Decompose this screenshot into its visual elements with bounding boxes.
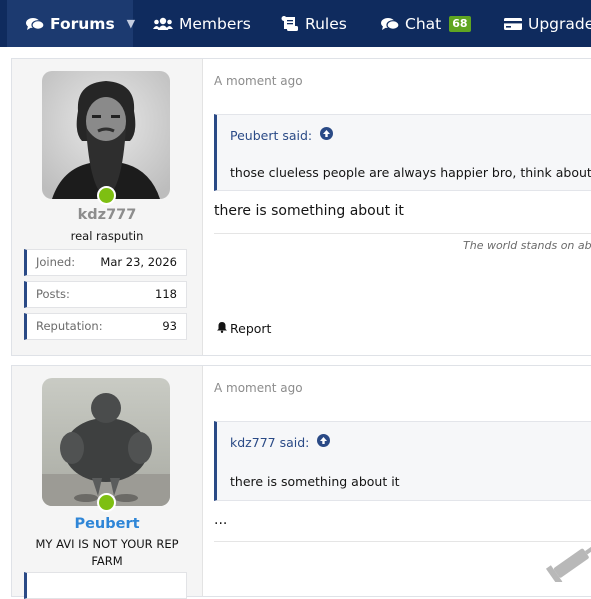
syringe-icon [543, 542, 591, 586]
online-status-indicator [97, 493, 116, 512]
post-date[interactable]: A moment ago [214, 74, 303, 88]
quote-author: kdz777 said: [230, 434, 310, 450]
credit-card-icon [504, 17, 522, 31]
comments-icon [26, 17, 44, 31]
nav-forums[interactable]: Forums ▼ [7, 0, 135, 47]
arrow-up-circle-icon[interactable] [320, 127, 334, 143]
report-link[interactable]: Report [216, 321, 271, 336]
stat-value: 118 [155, 287, 177, 301]
post-user-panel: Peubert MY AVI IS NOT YOUR REP FARM [12, 366, 203, 599]
post-message: there is something about it [214, 203, 404, 219]
user-title: real rasputin [70, 229, 144, 243]
nav-label: Chat [405, 14, 442, 33]
post-content: A moment ago Peubert said: those clueles… [203, 59, 591, 355]
post-date[interactable]: A moment ago [214, 381, 303, 395]
nav-members[interactable]: Members [153, 0, 251, 47]
chevron-down-icon[interactable]: ▼ [127, 2, 135, 46]
stat-label: Posts: [36, 287, 70, 301]
post: kdz777 real rasputin Joined: Mar 23, 202… [11, 58, 591, 356]
post-content: A moment ago kdz777 said: there is somet… [203, 366, 591, 596]
avatar[interactable] [42, 71, 170, 205]
nav-label: Upgrade [528, 14, 591, 33]
stat-joined [24, 572, 187, 599]
report-label: Report [230, 321, 272, 336]
stat-label: Reputation: [36, 319, 103, 333]
nav-chat[interactable]: Chat 68 [381, 0, 471, 47]
post: Peubert MY AVI IS NOT YOUR REP FARM A mo… [11, 365, 591, 599]
stat-reputation: Reputation: 93 [24, 313, 187, 340]
chat-icon [381, 17, 399, 31]
chat-count-badge: 68 [449, 15, 471, 32]
online-status-indicator [97, 186, 116, 205]
nav-rules[interactable]: Rules [281, 0, 347, 47]
signature-divider [214, 541, 591, 542]
users-icon [153, 17, 173, 31]
bell-icon [216, 321, 228, 336]
nav-label: Rules [305, 14, 347, 33]
avatar[interactable] [42, 378, 170, 512]
quote-block: Peubert said: those clueless people are … [214, 114, 591, 191]
scroll-icon [281, 15, 299, 32]
avatar-image [42, 71, 170, 199]
post-message: ... [214, 512, 228, 528]
quote-text: those clueless people are always happier… [230, 165, 591, 180]
nav-label: Members [179, 14, 251, 33]
avatar-image [42, 378, 170, 506]
username[interactable]: kdz777 [12, 207, 202, 223]
quote-author: Peubert said: [230, 127, 313, 143]
arrow-up-circle-icon[interactable] [317, 434, 331, 450]
stat-label: Joined: [36, 255, 76, 269]
signature-divider [214, 233, 591, 234]
quote-text: there is something about it [230, 474, 400, 489]
quote-header[interactable]: kdz777 said: [230, 434, 331, 450]
stat-value: 93 [162, 319, 177, 333]
user-signature: The world stands on absu [463, 239, 591, 252]
nav-label: Forums [50, 14, 115, 33]
stat-posts: Posts: 118 [24, 281, 187, 308]
stat-value: Mar 23, 2026 [100, 255, 177, 269]
nav-upgrade[interactable]: Upgrade [504, 0, 591, 47]
username[interactable]: Peubert [12, 516, 202, 532]
top-navigation: Forums ▼ Members Rules Chat 68 Upgrade [0, 0, 591, 47]
user-title: MY AVI IS NOT YOUR REP FARM [35, 537, 179, 568]
quote-header[interactable]: Peubert said: [230, 127, 334, 143]
stat-joined: Joined: Mar 23, 2026 [24, 249, 187, 276]
post-user-panel: kdz777 real rasputin Joined: Mar 23, 202… [12, 59, 203, 355]
quote-block: kdz777 said: there is something about it [214, 421, 591, 501]
